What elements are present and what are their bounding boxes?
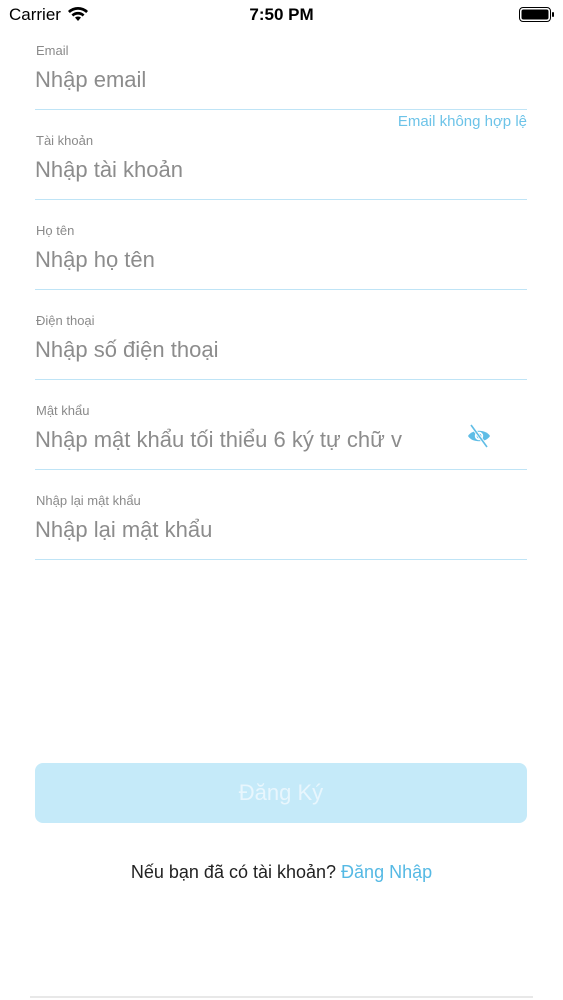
full-name-field: Họ tên <box>35 223 527 313</box>
email-underline <box>35 109 527 110</box>
full-name-underline <box>35 289 527 290</box>
password-input[interactable] <box>35 425 430 455</box>
login-prompt-text: Nếu bạn đã có tài khoản? <box>130 862 337 882</box>
bottom-divider <box>30 996 533 998</box>
account-field: Tài khoản <box>35 133 527 223</box>
password-label: Mật khẩu <box>36 403 90 418</box>
confirm-password-input[interactable] <box>35 515 527 545</box>
account-input[interactable] <box>35 155 527 185</box>
email-input[interactable] <box>35 65 527 95</box>
clock: 7:50 PM <box>249 5 314 24</box>
status-bar: Carrier 7:50 PM <box>0 0 563 30</box>
login-link[interactable]: Đăng Nhập <box>341 862 432 882</box>
email-field: Email Email không hợp lệ <box>35 43 527 133</box>
register-button[interactable]: Đăng Ký <box>35 763 527 823</box>
account-underline <box>35 199 527 200</box>
phone-field: Điện thoại <box>35 313 527 403</box>
email-label: Email <box>36 43 69 58</box>
password-underline <box>35 469 527 470</box>
eye-slash-icon[interactable] <box>466 423 492 449</box>
phone-underline <box>35 379 527 380</box>
confirm-password-label: Nhập lại mật khẩu <box>36 493 141 508</box>
full-name-input[interactable] <box>35 245 527 275</box>
confirm-password-field: Nhập lại mật khẩu <box>35 493 527 583</box>
account-label: Tài khoản <box>36 133 94 148</box>
register-screen: Carrier 7:50 PM Email Email không hợp lệ… <box>0 0 563 1000</box>
password-field: Mật khẩu <box>35 403 527 493</box>
email-error-message: Email không hợp lệ <box>397 113 527 130</box>
full-name-label: Họ tên <box>36 223 75 238</box>
battery-icon <box>519 7 554 22</box>
phone-input[interactable] <box>35 335 527 365</box>
phone-label: Điện thoại <box>36 313 95 328</box>
confirm-password-underline <box>35 559 527 560</box>
login-prompt: Nếu bạn đã có tài khoản? Đăng Nhập <box>0 862 563 883</box>
